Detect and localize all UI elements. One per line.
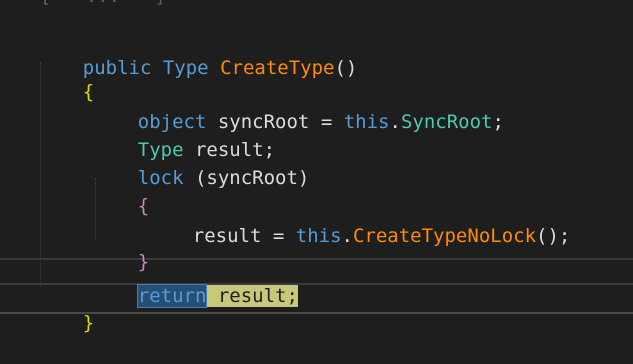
code-token-method: CreateTypeNoLock [352, 225, 537, 247]
code-token-keyword: this [343, 111, 390, 133]
code-token-identifier: (syncRoot) [194, 167, 310, 189]
code-line: Type result; [92, 110, 275, 161]
code-token-punct: () [334, 57, 358, 79]
code-line: result = this.CreateTypeNoLock(); [147, 196, 571, 247]
highlighted-keyword: return [136, 284, 208, 308]
code-line: lock (syncRoot) [92, 138, 310, 189]
code-token-punct: ; [492, 111, 504, 133]
clipped-line-text: [ ... ] [40, 0, 166, 7]
code-token-type: Type [162, 57, 209, 79]
code-token-method: CreateType [220, 57, 335, 79]
code-line: } [92, 222, 149, 273]
code-line-current: return result; [92, 256, 298, 308]
code-token-identifier: result [192, 225, 262, 247]
code-editor[interactable]: [ ... ] public Type CreateType() { objec… [0, 0, 633, 334]
bottom-divider [0, 312, 633, 314]
highlighted-semicolon: ; [286, 285, 298, 307]
code-token-operator: = [272, 225, 285, 247]
code-line: public Type CreateType() [37, 28, 358, 79]
code-line: { [37, 52, 94, 103]
code-line: { [92, 166, 149, 217]
code-token-punct: . [341, 225, 353, 247]
code-line: } [37, 283, 94, 334]
code-token-property: SyncRoot [400, 111, 493, 133]
code-token-operator: = [320, 111, 333, 133]
code-token-keyword: this [295, 225, 342, 247]
code-line: object syncRoot = this.SyncRoot; [92, 82, 504, 133]
code-token-punct: (); [536, 225, 571, 247]
highlighted-identifier-text: result [217, 285, 287, 307]
code-token-punct: . [389, 111, 401, 133]
code-token-brace: } [82, 312, 95, 334]
highlighted-identifier: result; [206, 285, 298, 307]
clipped-line: [ ... ] [40, 0, 166, 7]
